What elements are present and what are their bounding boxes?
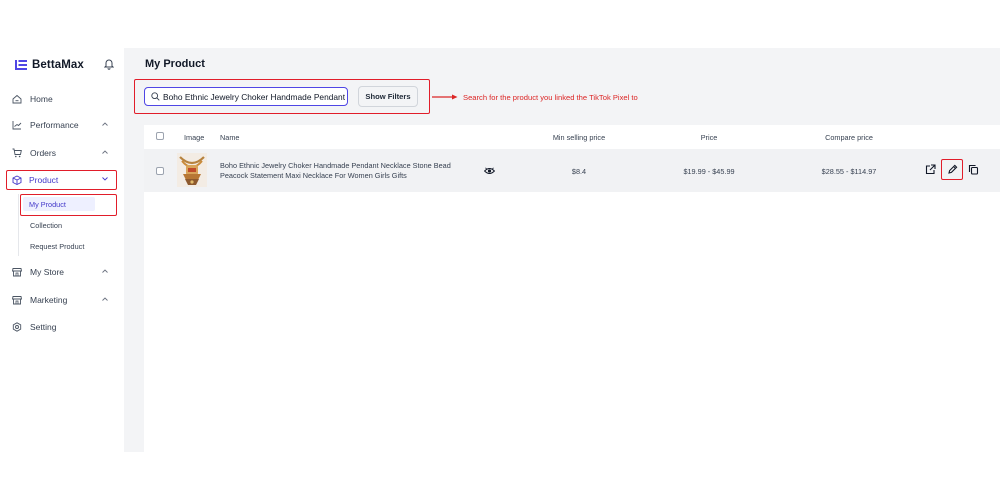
arrow-right-icon [432,94,458,100]
pencil-icon[interactable] [947,164,958,175]
sidebar-subitem-collection[interactable]: Collection [30,221,62,230]
sidebar-item-label: Product [29,174,59,185]
sidebar-item-label: Marketing [30,295,68,305]
sidebar-item-label: Performance [30,120,79,130]
store-icon [12,296,22,305]
sidebar-item-home[interactable]: Home [6,89,117,109]
sidebar-item-label: Orders [30,148,56,158]
product-table: Image Name Min selling price Price Compa… [144,125,1000,452]
bell-icon[interactable] [104,58,114,70]
sidebar-item-my-store[interactable]: My Store [6,262,117,282]
table-row[interactable]: Boho Ethnic Jewelry Choker Handmade Pend… [144,149,1000,192]
page-title: My Product [145,58,205,70]
copy-icon[interactable] [968,164,979,175]
price-range: $19.99 - $45.99 [683,167,735,176]
chevron-up-icon [102,297,108,301]
submenu-divider [18,194,19,256]
sidebar: BettaMax Home Performance Orders Product… [0,48,124,452]
brand[interactable]: BettaMax [14,58,84,72]
chevron-up-icon [102,122,108,126]
product-name-line2[interactable]: Peacock Statement Maxi Necklace For Wome… [220,171,407,180]
main-panel: My Product Show Filters Search for the p… [124,48,1000,452]
annotation-text: Search for the product you linked the Ti… [463,93,638,102]
header-image: Image [184,133,205,142]
external-link-icon[interactable] [925,164,936,175]
sidebar-subitem-my-product[interactable]: My Product [20,194,117,216]
home-icon [12,94,22,104]
gear-icon [12,322,22,332]
cart-icon [12,148,22,158]
search-icon [151,92,160,101]
sidebar-item-marketing[interactable]: Marketing [6,290,117,310]
header-min-price: Min selling price [552,133,606,142]
sidebar-subitem-label: My Product [23,197,95,211]
store-icon [12,268,22,277]
sidebar-item-label: My Store [30,267,65,277]
table-header: Image Name Min selling price Price Compa… [144,125,1000,149]
show-filters-button[interactable]: Show Filters [358,86,418,107]
compare-price-range: $28.55 - $114.97 [821,167,877,176]
sidebar-item-setting[interactable]: Setting [6,317,117,337]
eye-icon[interactable] [484,167,495,175]
sidebar-item-label: Setting [30,322,57,332]
product-thumbnail[interactable] [177,153,207,187]
sidebar-subitem-request-product[interactable]: Request Product [30,242,84,251]
chevron-up-icon [102,269,108,273]
header-price: Price [700,133,718,142]
search-highlight-box: Show Filters [134,79,430,114]
box-icon [12,174,21,185]
sidebar-item-performance[interactable]: Performance [6,115,117,135]
header-compare-price: Compare price [825,133,873,142]
brand-name: BettaMax [32,59,84,71]
header-name: Name [220,133,240,142]
sidebar-item-orders[interactable]: Orders [6,143,117,163]
sidebar-item-label: Home [30,94,53,104]
chart-icon [12,121,22,130]
search-input[interactable] [163,89,346,104]
brand-logo-icon [15,60,27,70]
chevron-up-icon [102,150,108,154]
min-selling-price: $8.4 [571,167,587,176]
search-field[interactable] [144,87,348,106]
row-checkbox[interactable] [156,167,164,175]
product-name-line1[interactable]: Boho Ethnic Jewelry Choker Handmade Pend… [220,161,451,170]
chevron-down-icon [101,176,108,181]
select-all-checkbox[interactable] [156,132,164,140]
app-window: BettaMax Home Performance Orders Product… [0,48,1000,452]
sidebar-item-product[interactable]: Product [6,170,117,190]
